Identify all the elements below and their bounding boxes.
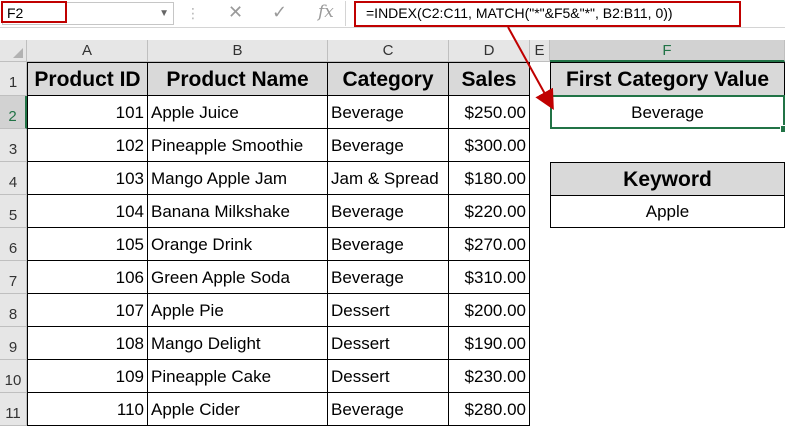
x-icon[interactable]: ✕ bbox=[228, 2, 243, 23]
cell-product-id[interactable]: 101 bbox=[27, 96, 148, 129]
result-value-cell[interactable]: Beverage bbox=[550, 95, 785, 129]
cell-category[interactable]: Beverage bbox=[328, 195, 449, 228]
select-all-button[interactable] bbox=[0, 40, 27, 62]
cell-category[interactable]: Dessert bbox=[328, 360, 449, 393]
cell-category[interactable]: Dessert bbox=[328, 294, 449, 327]
cell-product-id[interactable]: 105 bbox=[27, 228, 148, 261]
cell-sales[interactable]: $300.00 bbox=[449, 129, 530, 162]
cell-product-name[interactable]: Apple Cider bbox=[148, 393, 328, 426]
cell-product-id[interactable]: 107 bbox=[27, 294, 148, 327]
grip-dots-icon: ⋮ bbox=[186, 5, 200, 21]
cell-product-name[interactable]: Pineapple Cake bbox=[148, 360, 328, 393]
row-header-8[interactable]: 8 bbox=[0, 294, 27, 327]
cell-product-name[interactable]: Mango Delight bbox=[148, 327, 328, 360]
column-header-a[interactable]: A bbox=[27, 40, 148, 62]
row-header-7[interactable]: 7 bbox=[0, 261, 27, 294]
formula-bar: F2 ▼ ⋮ ✕ ✓ fx =INDEX(C2:C11, MATCH("*"&F… bbox=[0, 0, 785, 28]
formula-text: =INDEX(C2:C11, MATCH("*"&F5&"*", B2:B11,… bbox=[366, 5, 673, 21]
column-header-b[interactable]: B bbox=[148, 40, 328, 62]
cell-sales[interactable]: $310.00 bbox=[449, 261, 530, 294]
cell-sales[interactable]: $200.00 bbox=[449, 294, 530, 327]
header-product-id[interactable]: Product ID bbox=[27, 62, 148, 96]
cell-product-name[interactable]: Apple Pie bbox=[148, 294, 328, 327]
cell-category[interactable]: Dessert bbox=[328, 327, 449, 360]
cell-sales[interactable]: $280.00 bbox=[449, 393, 530, 426]
cell-category[interactable]: Beverage bbox=[328, 261, 449, 294]
cell-product-id[interactable]: 104 bbox=[27, 195, 148, 228]
row-header-5[interactable]: 5 bbox=[0, 195, 27, 228]
cell-product-id[interactable]: 102 bbox=[27, 129, 148, 162]
column-header-e[interactable]: E bbox=[530, 40, 550, 62]
cell-product-id[interactable]: 110 bbox=[27, 393, 148, 426]
cell-category[interactable]: Jam & Spread bbox=[328, 162, 449, 195]
keyword-header[interactable]: Keyword bbox=[550, 162, 785, 196]
cell-product-name[interactable]: Orange Drink bbox=[148, 228, 328, 261]
row-header-4[interactable]: 4 bbox=[0, 162, 27, 195]
cell-product-id[interactable]: 108 bbox=[27, 327, 148, 360]
row-header-3[interactable]: 3 bbox=[0, 129, 27, 162]
cell-category[interactable]: Beverage bbox=[328, 228, 449, 261]
cell-sales[interactable]: $270.00 bbox=[449, 228, 530, 261]
cell-product-name[interactable]: Apple Juice bbox=[148, 96, 328, 129]
cell-product-name[interactable]: Pineapple Smoothie bbox=[148, 129, 328, 162]
header-category[interactable]: Category bbox=[327, 62, 449, 96]
cell-product-name[interactable]: Mango Apple Jam bbox=[148, 162, 328, 195]
header-sales[interactable]: Sales bbox=[448, 62, 530, 96]
cell-category[interactable]: Beverage bbox=[328, 129, 449, 162]
row-header-9[interactable]: 9 bbox=[0, 327, 27, 360]
chevron-down-icon[interactable]: ▼ bbox=[159, 8, 169, 19]
column-header-d[interactable]: D bbox=[449, 40, 530, 62]
cell-sales[interactable]: $220.00 bbox=[449, 195, 530, 228]
column-header-c[interactable]: C bbox=[328, 40, 449, 62]
cell-category[interactable]: Beverage bbox=[328, 96, 449, 129]
row-header-1[interactable]: 1 bbox=[0, 62, 27, 96]
row-header-10[interactable]: 10 bbox=[0, 360, 27, 393]
row-header-11[interactable]: 11 bbox=[0, 393, 27, 426]
cell-product-id[interactable]: 109 bbox=[27, 360, 148, 393]
row-header-2[interactable]: 2 bbox=[0, 96, 27, 129]
cell-category[interactable]: Beverage bbox=[328, 393, 449, 426]
cell-product-name[interactable]: Banana Milkshake bbox=[148, 195, 328, 228]
check-icon[interactable]: ✓ bbox=[272, 2, 287, 23]
column-header-f[interactable]: F bbox=[550, 40, 785, 62]
fx-icon[interactable]: fx bbox=[318, 2, 334, 22]
fill-handle[interactable] bbox=[780, 125, 785, 133]
cell-sales[interactable]: $190.00 bbox=[449, 327, 530, 360]
cell-sales[interactable]: $250.00 bbox=[449, 96, 530, 129]
cell-product-id[interactable]: 103 bbox=[27, 162, 148, 195]
name-box-highlight bbox=[1, 1, 67, 23]
cell-product-name[interactable]: Green Apple Soda bbox=[148, 261, 328, 294]
cell-product-id[interactable]: 106 bbox=[27, 261, 148, 294]
cell-sales[interactable]: $230.00 bbox=[449, 360, 530, 393]
keyword-value-cell[interactable]: Apple bbox=[550, 195, 785, 228]
header-product-name[interactable]: Product Name bbox=[147, 62, 328, 96]
row-header-6[interactable]: 6 bbox=[0, 228, 27, 261]
cell-sales[interactable]: $180.00 bbox=[449, 162, 530, 195]
result-header[interactable]: First Category Value bbox=[550, 62, 785, 96]
select-all-icon bbox=[13, 48, 23, 58]
